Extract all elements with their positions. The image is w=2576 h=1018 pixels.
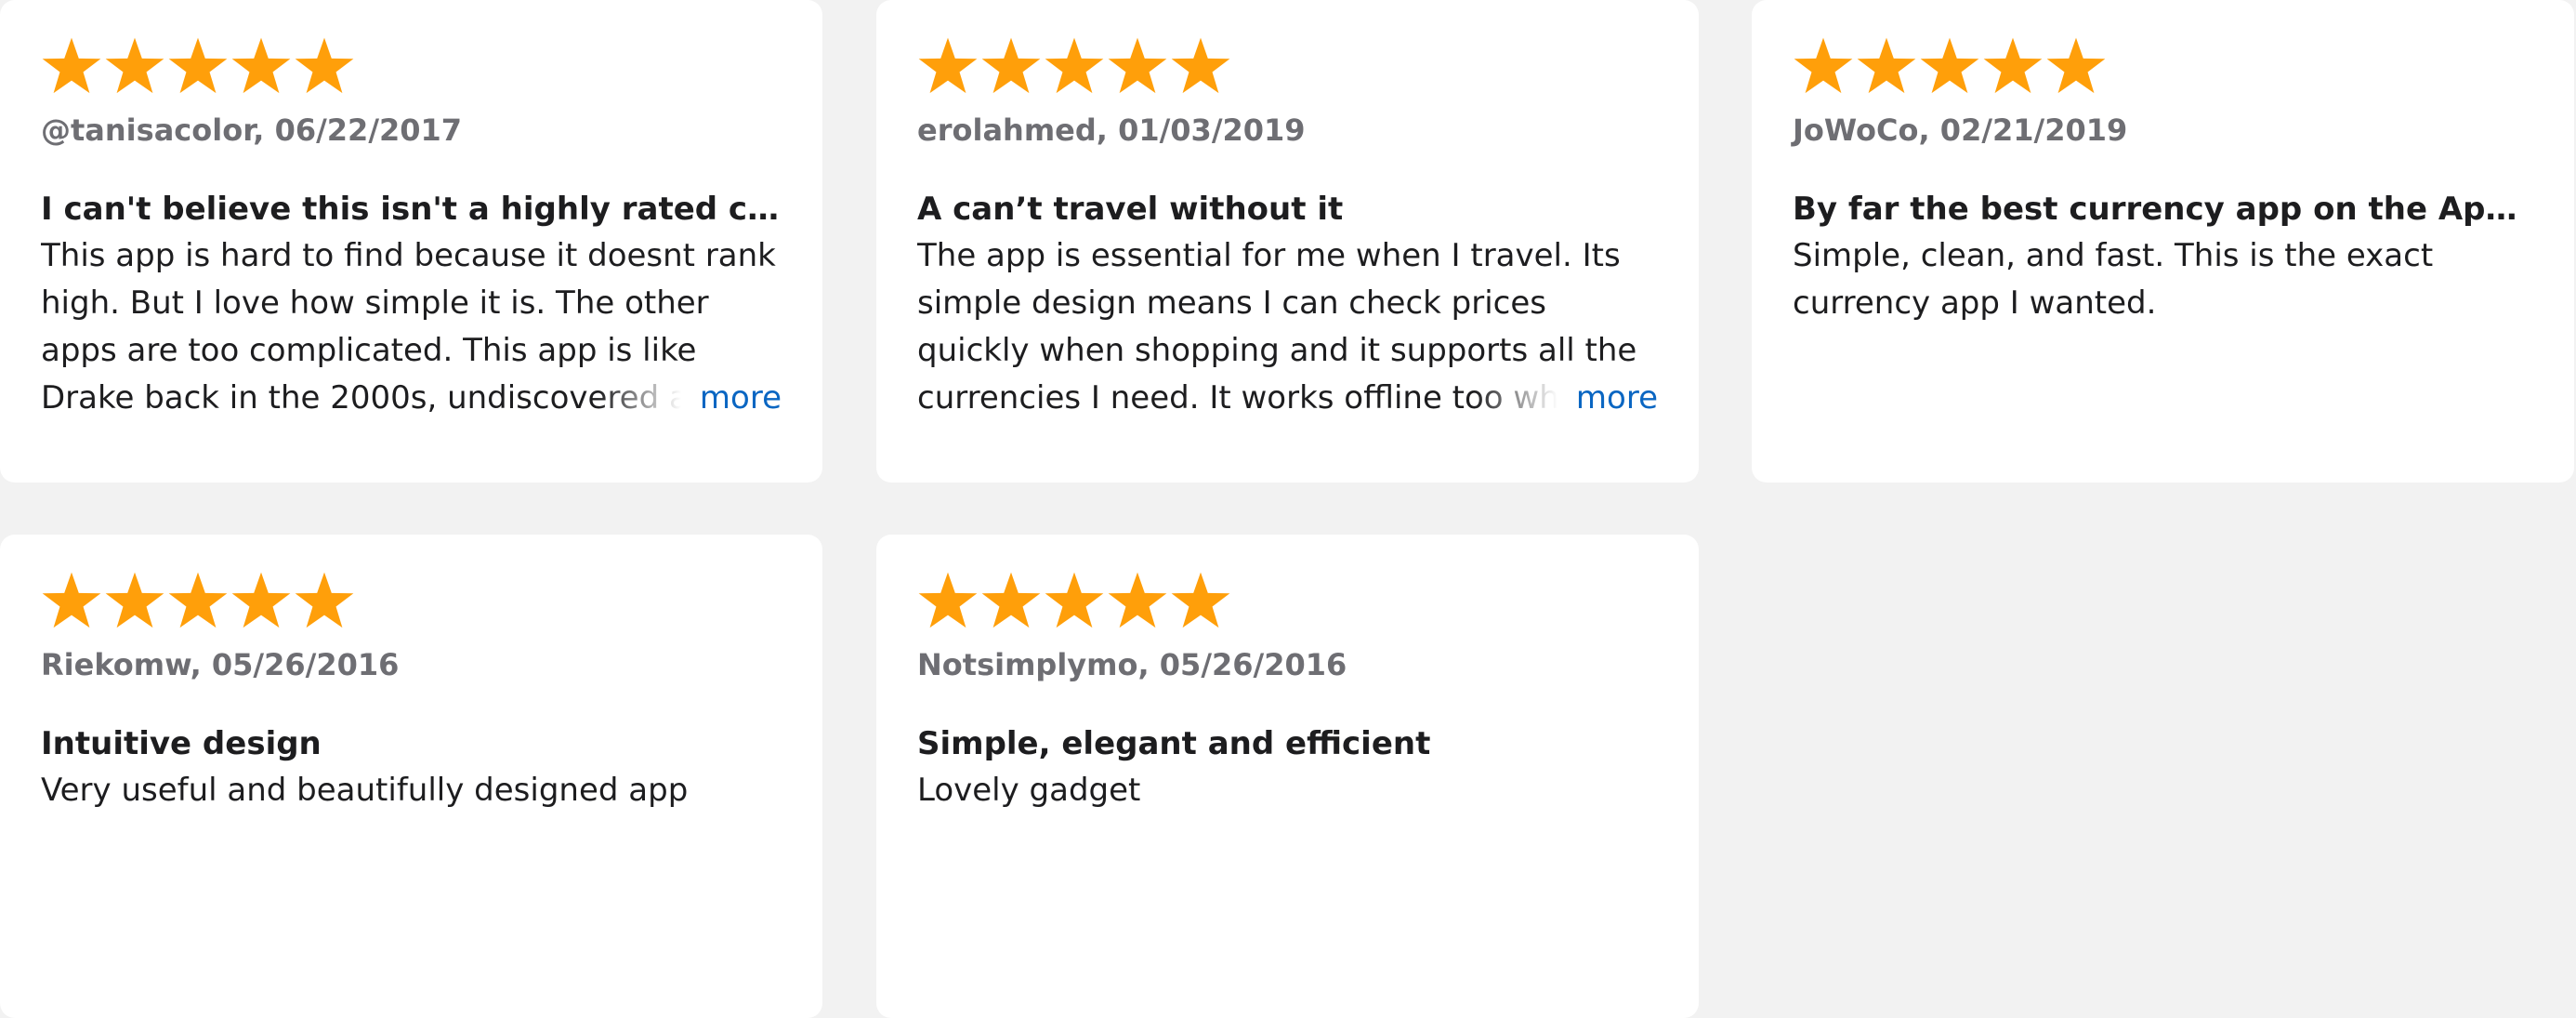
star-rating <box>1793 33 2533 99</box>
star-icon <box>230 570 292 631</box>
review-meta: Notsimplymo, 05/26/2016 <box>917 647 1347 682</box>
review-author: Riekomw <box>41 647 191 682</box>
review-title: A can’t travel without it <box>917 191 1344 228</box>
star-icon <box>1044 35 1105 97</box>
review-body: Simple, clean, and fast. This is the exa… <box>1793 237 2434 322</box>
review-title: Intuitive design <box>41 725 322 762</box>
star-icon <box>1170 570 1231 631</box>
star-icon <box>41 570 102 631</box>
review-author: erolahmed <box>917 112 1097 148</box>
review-date: 02/21/2019 <box>1939 112 2128 148</box>
review-date: 05/26/2016 <box>211 647 400 682</box>
star-icon <box>1107 570 1168 631</box>
more-button[interactable]: more <box>1473 375 1658 422</box>
star-rating <box>41 568 782 633</box>
star-icon <box>104 570 165 631</box>
star-icon <box>917 570 979 631</box>
star-icon <box>1107 35 1168 97</box>
star-icon <box>2045 35 2107 97</box>
review-title: By far the best currency app on the App … <box>1793 191 2533 228</box>
star-rating <box>917 568 1658 633</box>
review-body: Very useful and beautifully designed app <box>41 772 689 809</box>
star-icon <box>167 35 229 97</box>
star-icon <box>980 35 1042 97</box>
star-icon <box>1856 35 1917 97</box>
review-meta: Riekomw, 05/26/2016 <box>41 647 400 682</box>
review-author: Notsimplymo <box>917 647 1138 682</box>
review-card: Riekomw, 05/26/2016 Intuitive design Ver… <box>0 535 822 1018</box>
star-icon <box>1170 35 1231 97</box>
review-body: Lovely gadget <box>917 772 1141 809</box>
star-icon <box>980 570 1042 631</box>
star-icon <box>294 570 355 631</box>
star-rating <box>41 33 782 99</box>
review-card: Notsimplymo, 05/26/2016 Simple, elegant … <box>876 535 1699 1018</box>
star-icon <box>1919 35 1980 97</box>
review-meta: @tanisacolor, 06/22/2017 <box>41 112 463 148</box>
reviews-grid: @tanisacolor, 06/22/2017 I can't believe… <box>0 0 2576 1018</box>
star-icon <box>294 35 355 97</box>
review-card: @tanisacolor, 06/22/2017 I can't believe… <box>0 0 822 483</box>
review-title: Simple, elegant and efficient <box>917 725 1431 762</box>
star-icon <box>1793 35 1854 97</box>
review-meta: JoWoCo, 02/21/2019 <box>1793 112 2128 148</box>
review-date: 06/22/2017 <box>274 112 463 148</box>
review-author: JoWoCo <box>1793 112 1919 148</box>
review-date: 01/03/2019 <box>1118 112 1306 148</box>
review-body-wrap: The app is essential for me when I trave… <box>917 232 1658 422</box>
review-body-wrap: This app is hard to find because it does… <box>41 232 782 422</box>
star-icon <box>1044 570 1105 631</box>
review-author: @tanisacolor <box>41 112 254 148</box>
review-card: erolahmed, 01/03/2019 A can’t travel wit… <box>876 0 1699 483</box>
review-card: JoWoCo, 02/21/2019 By far the best curre… <box>1752 0 2574 483</box>
star-icon <box>1982 35 2044 97</box>
review-body-wrap: Lovely gadget <box>917 767 1658 814</box>
review-meta: erolahmed, 01/03/2019 <box>917 112 1306 148</box>
star-icon <box>41 35 102 97</box>
star-icon <box>917 35 979 97</box>
review-date: 05/26/2016 <box>1159 647 1347 682</box>
star-rating <box>917 33 1658 99</box>
star-icon <box>167 570 229 631</box>
review-body-wrap: Very useful and beautifully designed app <box>41 767 782 814</box>
review-title: I can't believe this isn't a highly rate… <box>41 191 782 228</box>
more-button[interactable]: more <box>597 375 782 422</box>
star-icon <box>230 35 292 97</box>
star-icon <box>104 35 165 97</box>
review-body-wrap: Simple, clean, and fast. This is the exa… <box>1793 232 2533 327</box>
